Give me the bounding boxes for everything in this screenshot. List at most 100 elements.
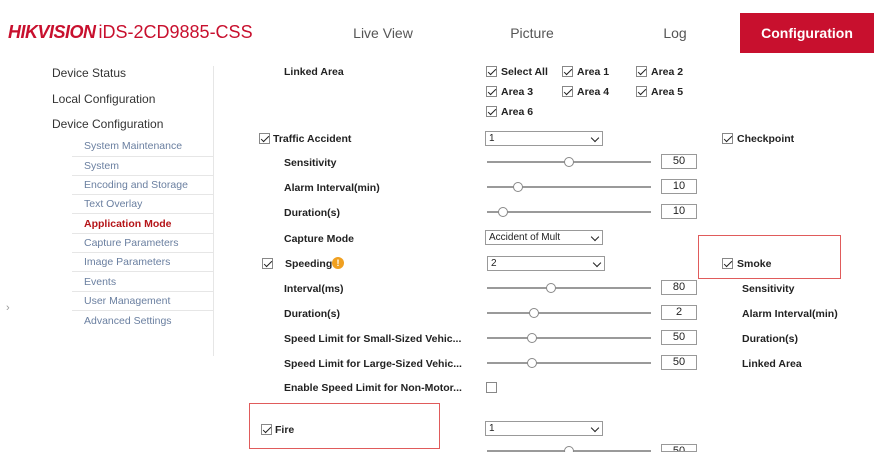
sidebar-divider [213, 66, 214, 356]
smoke-highlight-box [698, 235, 841, 279]
sidebar-item-text-overlay[interactable]: Text Overlay [84, 198, 142, 210]
sidebar-item-application-mode[interactable]: Application Mode [84, 218, 172, 230]
area-6-label: Area 6 [501, 106, 534, 118]
divider [72, 271, 214, 272]
checkpoint-checkbox[interactable] [722, 133, 733, 144]
speeding-select-value: 2 [491, 258, 497, 269]
speeding-duration-label: Duration(s) [284, 308, 340, 320]
slider-handle[interactable] [528, 308, 539, 318]
alarm-interval-slider[interactable] [487, 182, 651, 192]
large-vehicle-speed-limit-input[interactable]: 50 [661, 355, 697, 370]
sidebar-item-events[interactable]: Events [84, 276, 116, 288]
fire-checkbox[interactable] [261, 424, 272, 435]
alarm-interval-value-input[interactable]: 10 [661, 179, 697, 194]
divider [72, 291, 214, 292]
non-motor-speed-limit-label: Enable Speed Limit for Non-Motor... [284, 382, 462, 394]
sidebar-item-advanced-settings[interactable]: Advanced Settings [84, 315, 172, 327]
speeding-duration-slider[interactable] [487, 308, 651, 318]
sidebar-item-user-management[interactable]: User Management [84, 295, 170, 307]
tab-configuration[interactable]: Configuration [740, 13, 874, 53]
traffic-accident-select-value: 1 [489, 133, 495, 144]
checkpoint-label: Checkpoint [737, 133, 795, 145]
sidebar-item-system[interactable]: System [84, 160, 119, 172]
divider [72, 156, 214, 157]
smoke-duration-label: Duration(s) [742, 333, 798, 345]
speeding-label: Speeding [285, 258, 333, 270]
slider-handle[interactable] [564, 446, 574, 452]
area-3-checkbox[interactable] [486, 86, 497, 97]
area-5-label: Area 5 [651, 86, 684, 98]
linked-area-label: Linked Area [284, 66, 344, 78]
warning-icon[interactable]: ! [332, 257, 344, 269]
divider [72, 233, 214, 234]
smoke-linked-area-label: Linked Area [742, 358, 802, 370]
small-vehicle-speed-limit-input[interactable]: 50 [661, 330, 697, 345]
device-model: iDS-2CD9885-CSS [98, 22, 253, 42]
smoke-alarm-interval-label: Alarm Interval(min) [742, 308, 838, 320]
divider [72, 252, 214, 253]
interval-label: Interval(ms) [284, 283, 344, 295]
collapse-arrow-icon[interactable]: › [6, 302, 10, 314]
tab-live-view[interactable]: Live View [328, 13, 438, 53]
chevron-down-icon [590, 423, 600, 433]
traffic-accident-label: Traffic Accident [273, 133, 352, 145]
chevron-down-icon [590, 232, 600, 242]
slider-handle[interactable] [527, 333, 538, 343]
alarm-interval-label: Alarm Interval(min) [284, 182, 380, 194]
duration-slider[interactable] [487, 207, 651, 217]
duration-value-input[interactable]: 10 [661, 204, 697, 219]
smoke-checkbox[interactable] [722, 258, 733, 269]
interval-value-input[interactable]: 80 [661, 280, 697, 295]
top-header: HIKVISION iDS-2CD9885-CSS Live View Pictu… [0, 0, 874, 58]
slider-handle[interactable] [545, 283, 556, 293]
sidebar-item-capture-parameters[interactable]: Capture Parameters [84, 237, 179, 249]
area-4-label: Area 4 [577, 86, 610, 98]
speeding-duration-value-input[interactable]: 2 [661, 305, 697, 320]
traffic-accident-checkbox[interactable] [259, 133, 270, 144]
traffic-accident-select[interactable]: 1 [485, 131, 603, 146]
non-motor-speed-limit-checkbox[interactable] [486, 382, 497, 393]
large-vehicle-speed-limit-slider[interactable] [487, 358, 651, 368]
divider [72, 194, 214, 195]
sidebar-item-image-parameters[interactable]: Image Parameters [84, 256, 170, 268]
speeding-checkbox[interactable] [262, 258, 273, 269]
small-vehicle-speed-limit-slider[interactable] [487, 333, 651, 343]
sidebar-item-device-status[interactable]: Device Status [52, 66, 126, 80]
sidebar-item-encoding-and-storage[interactable]: Encoding and Storage [84, 179, 188, 191]
area-2-checkbox[interactable] [636, 66, 647, 77]
speeding-select[interactable]: 2 [487, 256, 605, 271]
sensitivity-label: Sensitivity [284, 157, 337, 169]
area-4-checkbox[interactable] [562, 86, 573, 97]
sidebar-item-system-maintenance[interactable]: System Maintenance [84, 140, 182, 152]
slider-handle[interactable] [527, 358, 538, 368]
area-6-checkbox[interactable] [486, 106, 497, 117]
slider-handle[interactable] [564, 157, 574, 167]
slider-handle[interactable] [497, 207, 508, 217]
fire-select[interactable]: 1 [485, 421, 603, 436]
fire-sensitivity-value-input[interactable]: 50 [661, 444, 697, 452]
interval-slider[interactable] [487, 283, 651, 293]
area-5-checkbox[interactable] [636, 86, 647, 97]
capture-mode-select-value: Accident of Mult [489, 232, 561, 243]
brand-hik: HIK [8, 22, 38, 42]
brand-vision: VISION [37, 22, 97, 42]
capture-mode-select[interactable]: Accident of Mult [485, 230, 603, 245]
area-3-label: Area 3 [501, 86, 534, 98]
select-all-checkbox[interactable] [486, 66, 497, 77]
tab-picture[interactable]: Picture [468, 13, 596, 53]
sensitivity-value-input[interactable]: 50 [661, 154, 697, 169]
sidebar-item-device-configuration[interactable]: Device Configuration [52, 117, 163, 131]
sensitivity-slider[interactable] [487, 157, 651, 167]
small-vehicle-speed-limit-label: Speed Limit for Small-Sized Vehic... [284, 333, 462, 345]
area-1-checkbox[interactable] [562, 66, 573, 77]
tab-log[interactable]: Log [628, 13, 722, 53]
area-1-label: Area 1 [577, 66, 610, 78]
duration-label: Duration(s) [284, 207, 340, 219]
divider [72, 213, 214, 214]
large-vehicle-speed-limit-label: Speed Limit for Large-Sized Vehic... [284, 358, 462, 370]
slider-handle[interactable] [513, 182, 524, 192]
hikvision-logo: HIKVISION iDS-2CD9885-CSS [8, 22, 253, 43]
sidebar-item-local-configuration[interactable]: Local Configuration [52, 92, 155, 106]
fire-label: Fire [275, 424, 295, 436]
area-2-label: Area 2 [651, 66, 684, 78]
